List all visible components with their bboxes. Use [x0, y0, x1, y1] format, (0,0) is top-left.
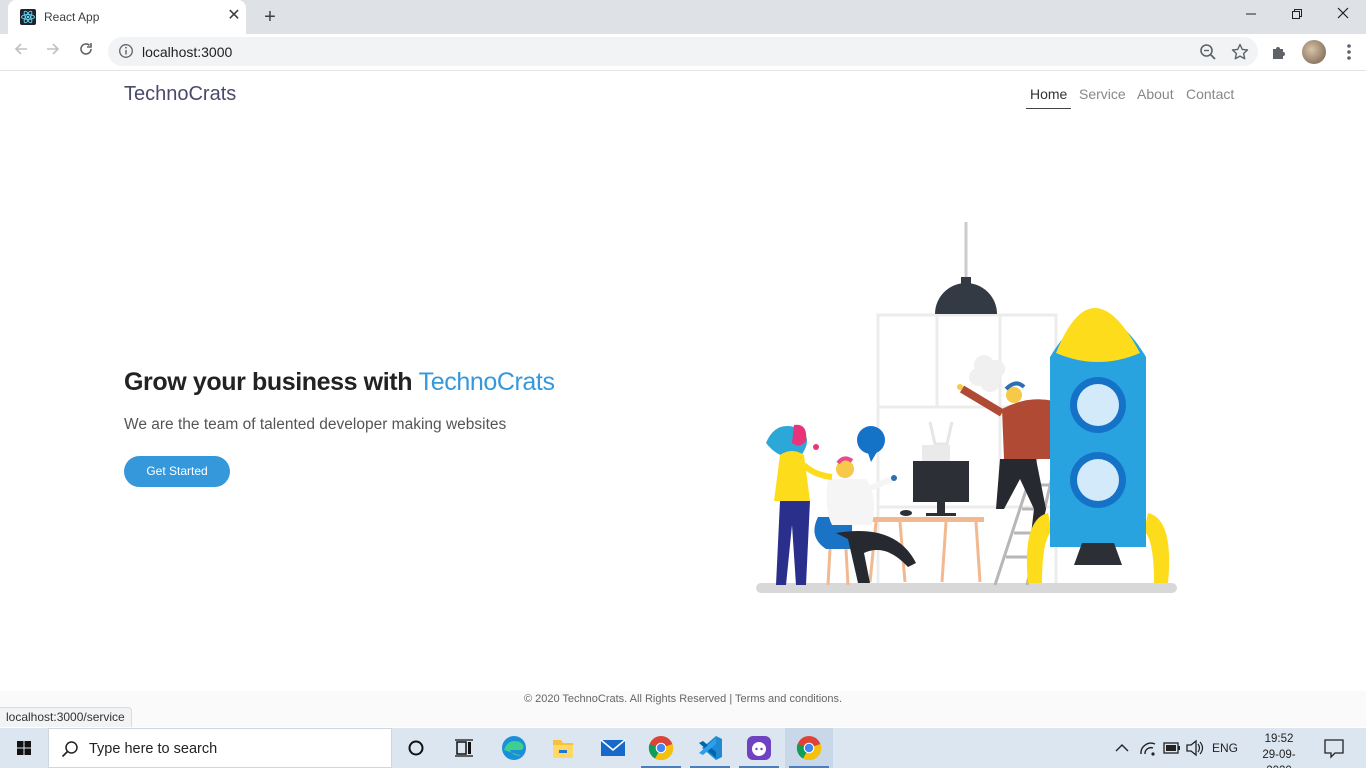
hero-title-main: Grow your business with — [124, 368, 419, 396]
reload-button[interactable] — [73, 39, 99, 65]
browser-tab[interactable]: React App ✕ — [8, 0, 246, 34]
taskbar-search-box[interactable]: Type here to search — [48, 728, 392, 768]
close-window-button[interactable] — [1320, 0, 1366, 30]
web-page: TechnoCrats Home Service About Contact G… — [0, 71, 1366, 727]
task-view-icon — [455, 739, 473, 757]
lamp-illustration — [935, 222, 997, 314]
get-started-button[interactable]: Get Started — [124, 456, 230, 487]
bookmark-star-icon[interactable] — [1230, 42, 1250, 62]
minimize-button[interactable] — [1228, 0, 1274, 30]
clock-date: 29-09-2020 — [1262, 749, 1296, 768]
input-language-indicator[interactable]: ENG — [1212, 728, 1238, 768]
network-wifi-icon[interactable] — [1138, 728, 1158, 768]
mail-icon — [600, 739, 626, 756]
chrome-icon — [796, 736, 822, 761]
restore-icon — [1292, 9, 1302, 19]
tab-title: React App — [44, 10, 100, 24]
nav-home-link[interactable]: Home — [1026, 86, 1072, 109]
file-explorer-button[interactable] — [539, 728, 587, 768]
restore-button[interactable] — [1274, 0, 1320, 30]
url-text[interactable]: localhost:3000 — [142, 44, 232, 60]
file-explorer-icon — [553, 740, 573, 758]
task-view-button[interactable] — [440, 728, 488, 768]
github-desktop-icon — [747, 736, 771, 760]
battery-icon[interactable] — [1162, 728, 1182, 768]
vscode-icon — [699, 736, 722, 760]
extensions-puzzle-icon[interactable] — [1269, 41, 1291, 63]
forward-arrow-icon — [47, 43, 60, 55]
floor-shadow — [756, 583, 1177, 593]
react-favicon-icon — [20, 9, 36, 25]
close-icon — [1337, 7, 1349, 19]
clock-time: 19:52 — [1264, 733, 1294, 745]
back-button[interactable] — [8, 39, 34, 65]
address-bar[interactable]: localhost:3000 — [108, 37, 1258, 66]
hero-subtitle: We are the team of talented developer ma… — [124, 416, 507, 433]
zoom-icon[interactable] — [1198, 42, 1218, 62]
start-button[interactable] — [0, 728, 48, 768]
tab-close-icon[interactable]: ✕ — [224, 6, 244, 26]
hero-title-accent: TechnoCrats — [418, 368, 555, 396]
new-tab-button[interactable]: + — [258, 5, 282, 29]
chrome-icon — [648, 736, 674, 761]
info-icon[interactable] — [118, 43, 134, 59]
windows-taskbar: Type here to search ENG 19:52 29-09-2020 — [0, 728, 1366, 768]
cortana-button[interactable] — [392, 728, 440, 768]
notifications-icon[interactable] — [1322, 728, 1346, 768]
back-arrow-icon — [14, 43, 27, 55]
site-brand-logo[interactable]: TechnoCrats — [124, 83, 236, 106]
minimize-icon — [1246, 13, 1256, 15]
cortana-icon — [408, 740, 424, 756]
profile-avatar[interactable] — [1302, 40, 1326, 64]
hero-title: Grow your business with TechnoCrats — [124, 368, 555, 397]
vscode-taskbar-button[interactable] — [686, 728, 734, 768]
mail-button[interactable] — [589, 728, 637, 768]
browser-toolbar: localhost:3000 — [0, 34, 1366, 71]
hero-illustration — [756, 222, 1177, 593]
chrome-active-taskbar-button[interactable] — [785, 728, 833, 768]
forward-button[interactable] — [40, 39, 66, 65]
nav-contact-link[interactable]: Contact — [1186, 86, 1234, 102]
chrome-taskbar-button[interactable] — [637, 728, 685, 768]
windows-logo-icon — [17, 741, 31, 755]
github-desktop-taskbar-button[interactable] — [735, 728, 783, 768]
search-placeholder: Type here to search — [89, 741, 218, 757]
site-footer: © 2020 TechnoCrats. All Rights Reserved … — [0, 691, 1366, 727]
nav-about-link[interactable]: About — [1137, 86, 1174, 102]
standing-woman-illustration — [766, 424, 833, 585]
more-menu-icon[interactable] — [1339, 40, 1359, 64]
footer-text: © 2020 TechnoCrats. All Rights Reserved … — [523, 693, 843, 705]
reload-icon — [80, 43, 92, 55]
link-status-bubble: localhost:3000/service — [0, 707, 132, 727]
volume-icon[interactable] — [1185, 728, 1205, 768]
nav-service-link[interactable]: Service — [1079, 86, 1126, 102]
edge-icon — [502, 736, 526, 760]
show-hidden-icons-chevron-icon[interactable] — [1113, 728, 1131, 768]
system-clock[interactable]: 19:52 29-09-2020 — [1252, 731, 1306, 768]
search-icon — [61, 741, 78, 758]
edge-taskbar-button[interactable] — [490, 728, 538, 768]
browser-tab-strip: React App ✕ + — [0, 0, 1366, 34]
